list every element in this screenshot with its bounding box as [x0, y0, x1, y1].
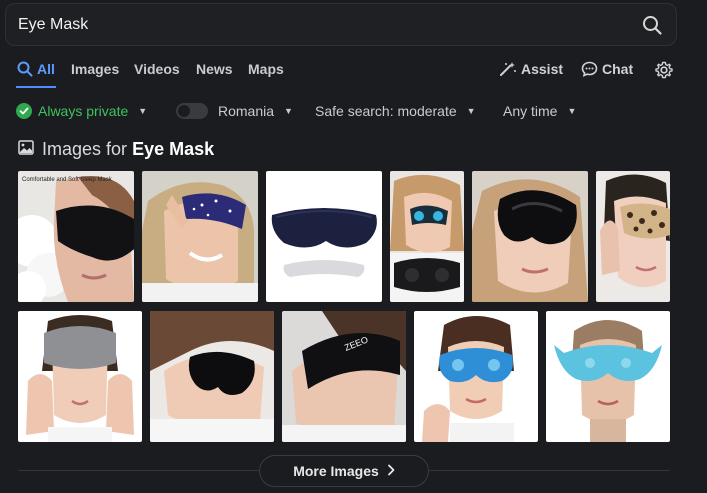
tab-label: Images: [71, 61, 120, 77]
tab-images[interactable]: Images: [71, 61, 119, 77]
chat-label: Chat: [602, 61, 634, 77]
tab-label: Maps: [248, 61, 284, 77]
safe-search-label: Safe search: moderate: [315, 103, 457, 119]
gear-icon: [655, 61, 673, 79]
more-images-label: More Images: [293, 463, 379, 479]
image-thumbnail[interactable]: [18, 311, 142, 442]
tab-maps[interactable]: Maps: [248, 61, 284, 77]
tab-news[interactable]: News: [196, 61, 233, 77]
image-thumbnail[interactable]: [596, 171, 670, 302]
images-heading-query: Eye Mask: [132, 139, 215, 159]
privacy-filter[interactable]: Always private ▼: [16, 103, 147, 119]
assist-button[interactable]: Assist: [499, 61, 563, 77]
search-bar[interactable]: Eye Mask: [5, 3, 677, 46]
chat-button[interactable]: Chat: [581, 61, 633, 77]
chat-bubble-icon: [581, 61, 598, 77]
active-tab-indicator: [16, 86, 56, 88]
image-thumbnail[interactable]: [142, 171, 258, 302]
time-filter[interactable]: Any time ▼: [503, 103, 576, 119]
more-images-button[interactable]: More Images: [259, 455, 429, 487]
time-label: Any time: [503, 103, 558, 119]
image-thumbnail[interactable]: [390, 171, 464, 302]
tab-all[interactable]: All: [17, 61, 55, 77]
magic-wand-icon: [499, 61, 517, 77]
settings-button[interactable]: [655, 61, 673, 79]
search-icon: [17, 61, 33, 77]
image-thumbnail[interactable]: [546, 311, 670, 442]
region-filter[interactable]: Romania ▼: [176, 103, 293, 119]
images-heading-prefix: Images for: [42, 139, 128, 159]
region-label: Romania: [218, 103, 275, 119]
assist-label: Assist: [521, 61, 564, 77]
region-toggle[interactable]: [176, 103, 208, 119]
image-thumbnail[interactable]: Comfortable and Soft Sleep Mask: [18, 171, 134, 302]
images-section-title: Images for Eye Mask: [18, 139, 214, 160]
chevron-right-icon: [387, 463, 395, 479]
image-thumbnail[interactable]: [414, 311, 538, 442]
search-icon[interactable]: [642, 15, 662, 35]
chevron-down-icon: ▼: [138, 106, 148, 116]
filter-bar: Always private ▼ Romania ▼ Safe search: …: [0, 103, 707, 125]
chevron-down-icon: ▼: [284, 106, 293, 116]
search-input[interactable]: Eye Mask: [18, 16, 88, 34]
search-tabs: All Images Videos News Maps Assist Chat: [0, 56, 707, 88]
safe-search-filter[interactable]: Safe search: moderate ▼: [315, 103, 476, 119]
image-thumbnail[interactable]: [472, 171, 588, 302]
tab-videos[interactable]: Videos: [134, 61, 180, 77]
image-thumbnail[interactable]: [150, 311, 274, 442]
tab-label: News: [196, 61, 233, 77]
check-icon: [16, 103, 32, 119]
thumbnail-caption: Comfortable and Soft Sleep Mask: [22, 177, 113, 183]
image-thumbnail[interactable]: ZEEO: [282, 311, 406, 442]
image-icon: [18, 139, 34, 160]
privacy-label: Always private: [38, 103, 129, 119]
chevron-down-icon: ▼: [466, 106, 476, 116]
chevron-down-icon: ▼: [567, 106, 577, 116]
tab-label: Videos: [134, 61, 180, 77]
tab-label: All: [37, 61, 55, 77]
image-thumbnail[interactable]: [266, 171, 382, 302]
